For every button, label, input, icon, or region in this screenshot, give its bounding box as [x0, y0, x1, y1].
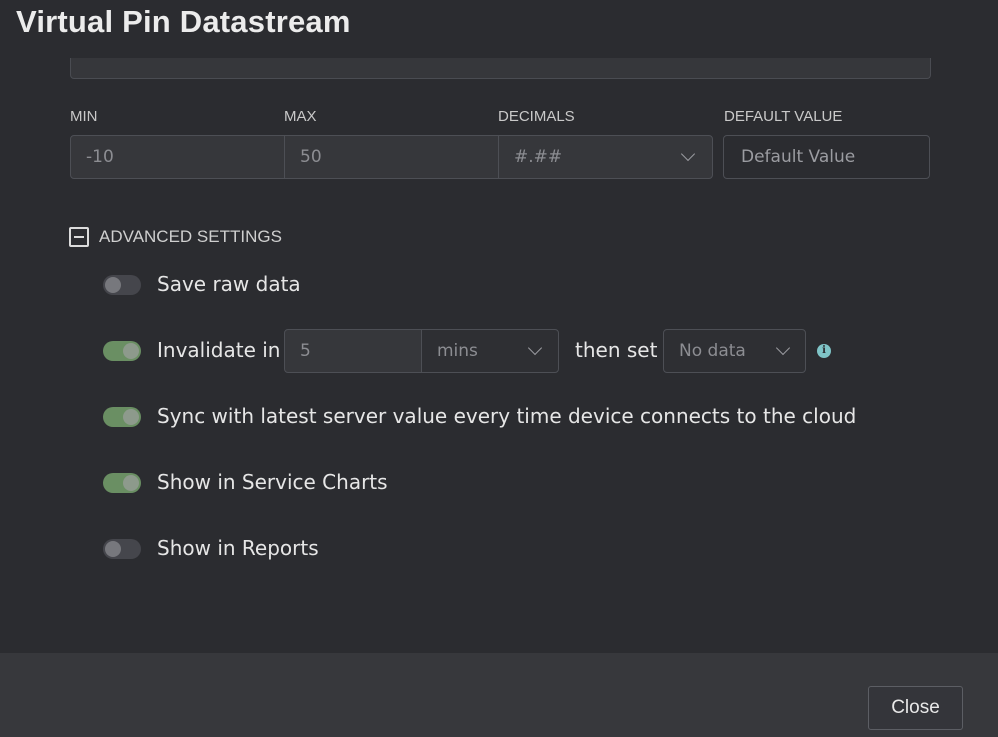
min-value: -10	[86, 147, 114, 167]
invalidate-amount-value: 5	[300, 341, 311, 361]
collapse-icon	[69, 227, 89, 247]
decimals-select[interactable]: #.##	[498, 135, 713, 179]
then-set-value: No data	[679, 341, 746, 361]
chevron-down-icon	[680, 146, 696, 162]
info-icon[interactable]: i	[817, 344, 831, 358]
save-raw-data-toggle[interactable]	[103, 275, 141, 295]
dialog-title: Virtual Pin Datastream	[16, 4, 351, 39]
then-set-select[interactable]: No data	[663, 329, 806, 373]
max-label: MAX	[284, 108, 317, 125]
toggle-knob	[123, 409, 139, 425]
advanced-settings-toggle[interactable]: ADVANCED SETTINGS	[69, 227, 282, 247]
service-charts-label: Show in Service Charts	[157, 470, 388, 494]
min-label: MIN	[70, 108, 98, 125]
max-input[interactable]: 50	[284, 135, 499, 179]
dialog-footer	[0, 653, 998, 737]
reports-toggle[interactable]	[103, 539, 141, 559]
default-value-placeholder: Default Value	[741, 147, 856, 167]
sync-label: Sync with latest server value every time…	[157, 404, 857, 428]
scrolled-field[interactable]	[70, 58, 931, 79]
service-charts-toggle[interactable]	[103, 473, 141, 493]
then-set-label: then set	[575, 338, 658, 362]
datastream-dialog: Virtual Pin Datastream MIN -10 MAX 50 DE…	[0, 0, 998, 737]
min-input[interactable]: -10	[70, 135, 285, 179]
invalidate-unit-select[interactable]: mins	[421, 329, 559, 373]
toggle-knob	[105, 541, 121, 557]
default-value-input[interactable]: Default Value	[723, 135, 930, 179]
sync-toggle[interactable]	[103, 407, 141, 427]
invalidate-amount-input[interactable]: 5	[284, 329, 422, 373]
reports-label: Show in Reports	[157, 536, 319, 560]
toggle-knob	[123, 475, 139, 491]
decimals-label: DECIMALS	[498, 108, 575, 125]
invalidate-unit-value: mins	[437, 341, 478, 361]
default-value-label: DEFAULT VALUE	[724, 108, 843, 125]
chevron-down-icon	[775, 340, 791, 356]
close-button[interactable]: Close	[868, 686, 963, 730]
invalidate-toggle[interactable]	[103, 341, 141, 361]
chevron-down-icon	[527, 340, 543, 356]
decimals-value: #.##	[514, 147, 563, 167]
toggle-knob	[123, 343, 139, 359]
toggle-knob	[105, 277, 121, 293]
save-raw-data-label: Save raw data	[157, 272, 301, 296]
invalidate-label: Invalidate in	[157, 338, 281, 362]
advanced-settings-label: ADVANCED SETTINGS	[99, 227, 282, 246]
max-value: 50	[300, 147, 322, 167]
